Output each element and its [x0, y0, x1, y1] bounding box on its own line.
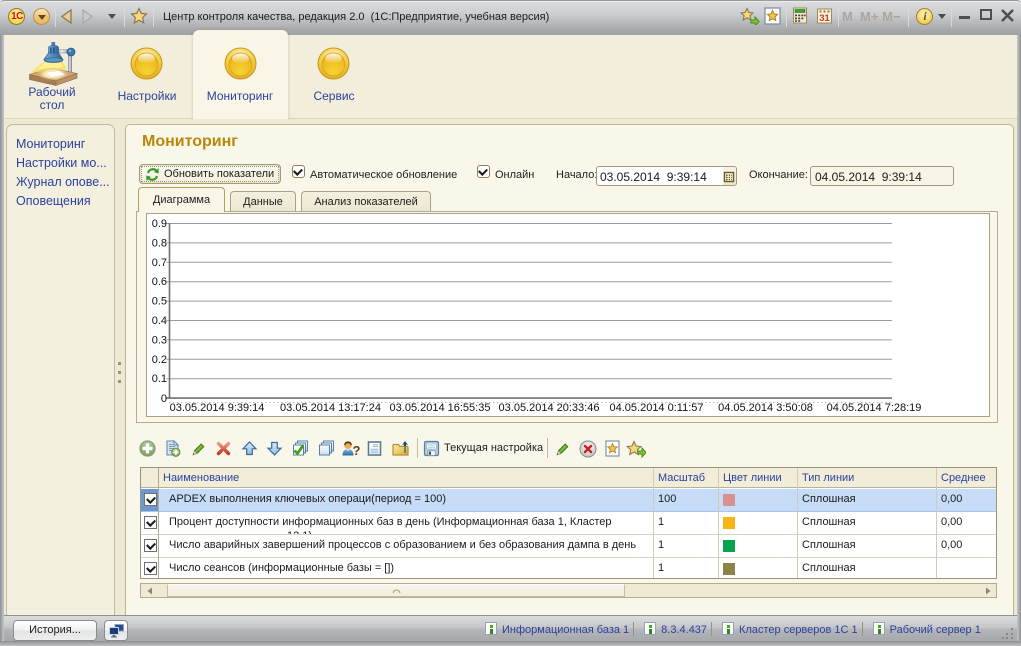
svg-text:03.05.2014 9:39:14: 03.05.2014 9:39:14	[170, 402, 265, 414]
svg-text:0.3: 0.3	[152, 334, 167, 346]
svg-text:0.8: 0.8	[152, 237, 167, 249]
svg-text:0.4: 0.4	[152, 315, 167, 327]
svg-text:?: ?	[353, 443, 361, 458]
svg-text:03.05.2014 16:55:35: 03.05.2014 16:55:35	[390, 402, 491, 414]
svg-text:0.5: 0.5	[152, 296, 167, 308]
svg-text:0.7: 0.7	[152, 257, 167, 269]
svg-text:04.05.2014 7:28:19: 04.05.2014 7:28:19	[827, 402, 922, 414]
svg-text:31: 31	[819, 13, 830, 24]
svg-text:0.2: 0.2	[152, 354, 167, 366]
svg-text:0: 0	[161, 393, 167, 405]
svg-text:0.1: 0.1	[152, 373, 167, 385]
svg-text:03.05.2014 20:33:46: 03.05.2014 20:33:46	[499, 402, 600, 414]
svg-text:03.05.2014 13:17:24: 03.05.2014 13:17:24	[280, 402, 381, 414]
svg-text:0.6: 0.6	[152, 276, 167, 288]
svg-text:04.05.2014 3:50:08: 04.05.2014 3:50:08	[718, 402, 813, 414]
svg-text:0.9: 0.9	[152, 218, 167, 230]
svg-text:04.05.2014 0:11:57: 04.05.2014 0:11:57	[610, 402, 704, 414]
